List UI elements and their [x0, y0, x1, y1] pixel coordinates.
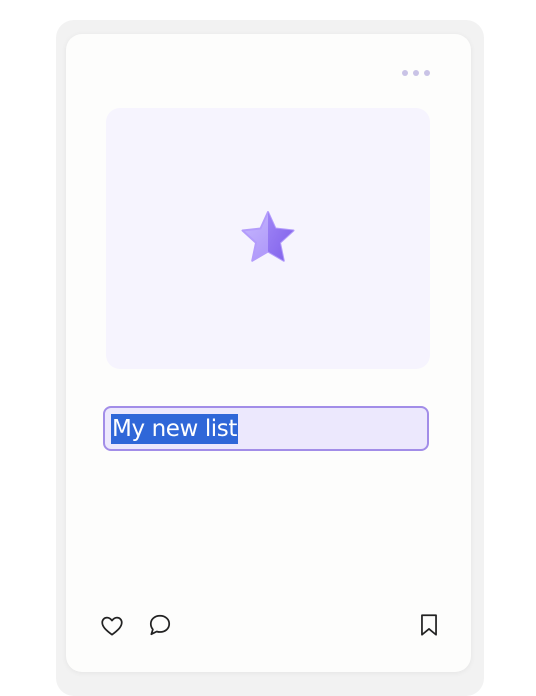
list-card: My new list [66, 34, 471, 672]
more-dot-icon [424, 70, 430, 76]
comment-icon[interactable] [147, 612, 173, 638]
more-dot-icon [402, 70, 408, 76]
more-dot-icon [413, 70, 419, 76]
list-cover [106, 108, 430, 369]
list-name-input[interactable]: My new list [103, 406, 429, 451]
list-name-selected-text[interactable]: My new list [111, 413, 238, 444]
star-icon [236, 206, 300, 270]
stage: My new list [0, 0, 536, 696]
heart-icon[interactable] [99, 613, 125, 639]
bookmark-icon[interactable] [416, 612, 442, 638]
more-options-button[interactable] [402, 64, 430, 82]
